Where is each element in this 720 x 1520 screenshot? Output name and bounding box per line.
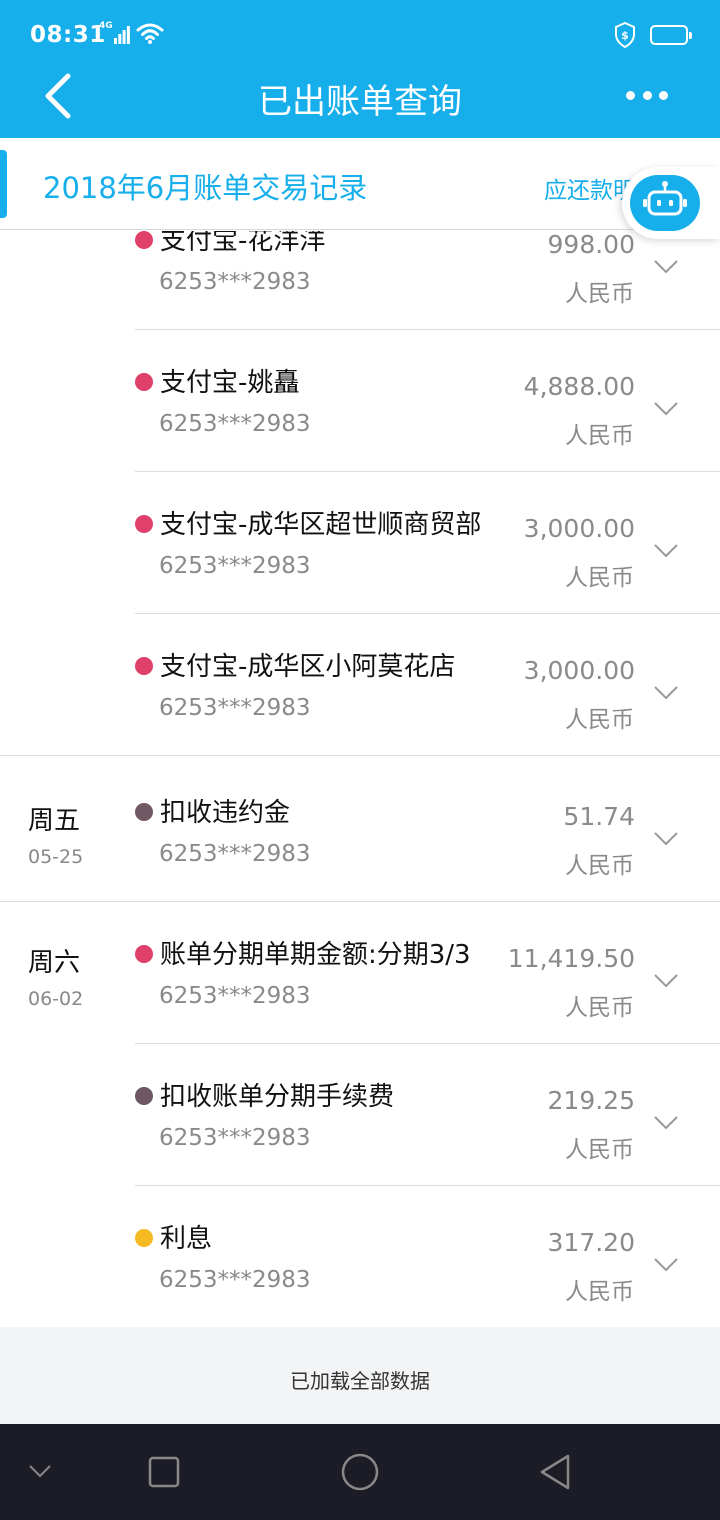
subheader-accent-bar — [0, 150, 7, 218]
card-number: 6253***2983 — [159, 1125, 311, 1151]
merchant-name: 支付宝-成华区超世顺商贸部 — [160, 510, 482, 540]
more-menu-icon[interactable] — [626, 84, 668, 106]
merchant-name: 支付宝-花洋洋 — [160, 231, 326, 256]
network-type-label: 4G — [99, 21, 113, 31]
transaction-amount: 998.00 — [547, 231, 635, 259]
category-dot — [135, 803, 153, 821]
transaction-amount: 317.20 — [547, 1228, 635, 1257]
robot-icon — [643, 181, 687, 216]
transaction-row[interactable]: 支付宝-成华区小阿莫花店 6253***2983 3,000.00 人民币 — [0, 614, 720, 756]
transaction-amount: 3,000.00 — [523, 514, 635, 543]
chevron-down-icon[interactable] — [654, 974, 678, 988]
robot-badge — [630, 175, 700, 231]
currency-label: 人民币 — [565, 281, 634, 307]
transaction-list[interactable]: 支付宝-花洋洋 6253***2983 998.00 人民币 支付宝-姚矗 62… — [0, 231, 720, 1327]
merchant-name: 支付宝-成华区小阿莫花店 — [160, 652, 456, 682]
merchant-name: 扣收违约金 — [160, 798, 291, 828]
transaction-amount: 219.25 — [547, 1086, 635, 1115]
status-right: $ — [614, 22, 692, 48]
card-number: 6253***2983 — [159, 983, 311, 1009]
transaction-amount: 11,419.50 — [507, 944, 635, 973]
category-dot — [135, 945, 153, 963]
wifi-icon — [136, 23, 164, 44]
system-navigation-bar — [0, 1424, 720, 1520]
assistant-robot-button[interactable] — [622, 167, 720, 239]
chevron-down-icon[interactable] — [654, 260, 678, 274]
chevron-down-icon[interactable] — [654, 832, 678, 846]
transaction-row[interactable]: 周五 05-25 扣收违约金 6253***2983 51.74 人民币 — [0, 760, 720, 902]
card-number: 6253***2983 — [159, 1267, 311, 1293]
currency-label: 人民币 — [565, 1137, 634, 1163]
category-dot — [135, 515, 153, 533]
transaction-row[interactable]: 支付宝-花洋洋 6253***2983 998.00 人民币 — [0, 231, 720, 330]
currency-label: 人民币 — [565, 995, 634, 1021]
bill-period-title: 2018年6月账单交易记录 — [43, 171, 368, 205]
status-time: 08:31 — [30, 22, 106, 48]
category-dot — [135, 1087, 153, 1105]
transaction-row[interactable]: 支付宝-姚矗 6253***2983 4,888.00 人民币 — [0, 330, 720, 472]
svg-text:$: $ — [621, 29, 629, 42]
transaction-row[interactable]: 扣收账单分期手续费 6253***2983 219.25 人民币 — [0, 1044, 720, 1186]
row-divider — [0, 755, 720, 756]
day-label: 周五 — [28, 806, 81, 836]
hide-keyboard-chevron-icon[interactable] — [26, 1424, 54, 1520]
currency-label: 人民币 — [565, 423, 634, 449]
transaction-row[interactable]: 利息 6253***2983 317.20 人民币 — [0, 1186, 720, 1327]
chevron-down-icon[interactable] — [654, 1116, 678, 1130]
transaction-amount: 3,000.00 — [523, 656, 635, 685]
chevron-down-icon[interactable] — [654, 544, 678, 558]
bill-subheader: 2018年6月账单交易记录 应还款明细 — [0, 138, 720, 230]
card-number: 6253***2983 — [159, 553, 311, 579]
date-label: 06-02 — [28, 988, 84, 1010]
cell-signal-icon — [113, 26, 130, 44]
status-network: 4G — [99, 22, 164, 44]
battery-icon — [650, 25, 692, 45]
card-number: 6253***2983 — [159, 841, 311, 867]
recent-apps-icon[interactable] — [146, 1424, 182, 1520]
category-dot — [135, 373, 153, 391]
transaction-row[interactable]: 支付宝-成华区超世顺商贸部 6253***2983 3,000.00 人民币 — [0, 472, 720, 614]
merchant-name: 扣收账单分期手续费 — [160, 1082, 395, 1112]
day-label: 周六 — [28, 948, 81, 978]
merchant-name: 账单分期单期金额:分期3/3 — [160, 940, 471, 970]
home-icon[interactable] — [340, 1424, 380, 1520]
category-dot — [135, 657, 153, 675]
transaction-amount: 4,888.00 — [523, 372, 635, 401]
page-title: 已出账单查询 — [258, 82, 462, 122]
category-dot — [135, 1229, 153, 1247]
transaction-row[interactable]: 周六 06-02 账单分期单期金额:分期3/3 6253***2983 11,4… — [0, 902, 720, 1044]
category-dot — [135, 231, 153, 249]
transaction-amount: 51.74 — [563, 802, 635, 831]
date-label: 05-25 — [28, 846, 84, 868]
all-data-loaded-notice: 已加载全部数据 — [0, 1327, 720, 1424]
card-number: 6253***2983 — [159, 411, 311, 437]
currency-label: 人民币 — [565, 1279, 634, 1305]
currency-label: 人民币 — [565, 707, 634, 733]
currency-label: 人民币 — [565, 565, 634, 591]
card-number: 6253***2983 — [159, 695, 311, 721]
card-number: 6253***2983 — [159, 269, 311, 295]
app-header: 08:31 4G $ 已出账单查询 — [0, 0, 720, 138]
chevron-down-icon[interactable] — [654, 686, 678, 700]
chevron-down-icon[interactable] — [654, 1258, 678, 1272]
currency-label: 人民币 — [565, 853, 634, 879]
merchant-name: 支付宝-姚矗 — [160, 368, 300, 398]
security-shield-icon: $ — [615, 22, 635, 48]
chevron-down-icon[interactable] — [654, 402, 678, 416]
system-back-icon[interactable] — [538, 1424, 574, 1520]
merchant-name: 利息 — [160, 1224, 213, 1254]
